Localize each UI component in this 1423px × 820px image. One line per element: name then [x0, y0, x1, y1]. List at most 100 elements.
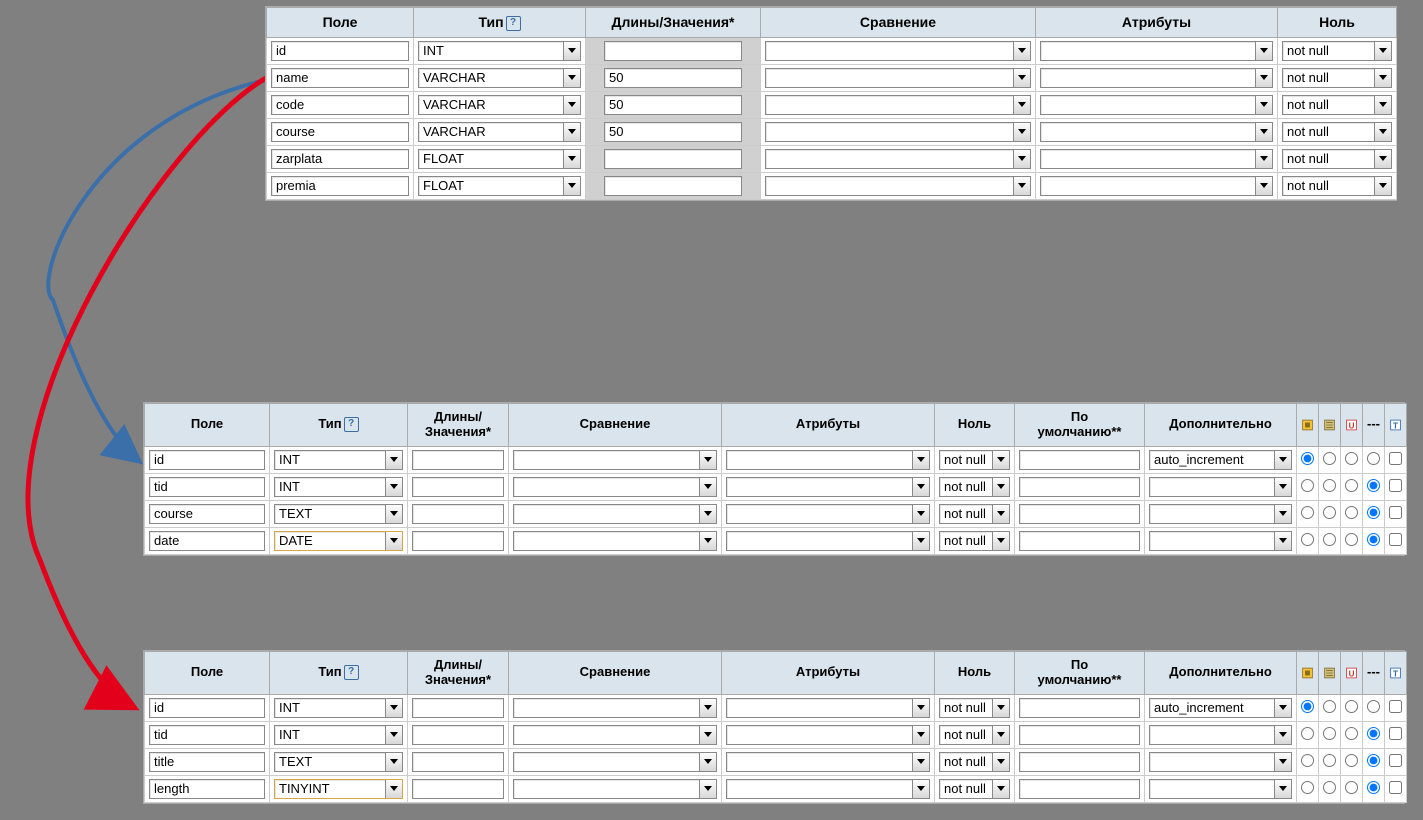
chevron-down-icon[interactable]	[1255, 42, 1272, 60]
text-input[interactable]	[604, 95, 742, 115]
index-radio[interactable]	[1301, 700, 1314, 713]
dropdown[interactable]: TINYINT	[274, 779, 403, 799]
dropdown[interactable]: TEXT	[274, 752, 403, 772]
dropdown[interactable]: DATE	[274, 531, 403, 551]
chevron-down-icon[interactable]	[385, 726, 402, 744]
chevron-down-icon[interactable]	[1374, 177, 1391, 195]
chevron-down-icon[interactable]	[992, 780, 1009, 798]
chevron-down-icon[interactable]	[992, 753, 1009, 771]
dropdown[interactable]: not null	[939, 477, 1010, 497]
index-radio[interactable]	[1345, 479, 1358, 492]
text-input[interactable]	[604, 149, 742, 169]
dropdown[interactable]: not null	[1282, 95, 1392, 115]
dropdown[interactable]: not null	[939, 725, 1010, 745]
dropdown[interactable]: not null	[1282, 176, 1392, 196]
chevron-down-icon[interactable]	[1274, 753, 1291, 771]
index-radio[interactable]	[1367, 781, 1380, 794]
dropdown[interactable]: FLOAT	[418, 149, 581, 169]
chevron-down-icon[interactable]	[563, 177, 580, 195]
chevron-down-icon[interactable]	[385, 451, 402, 469]
dropdown[interactable]	[1149, 477, 1292, 497]
text-input[interactable]	[271, 176, 409, 196]
help-icon[interactable]: ?	[506, 16, 521, 31]
dropdown[interactable]	[765, 149, 1031, 169]
index-radio[interactable]	[1323, 506, 1336, 519]
text-input[interactable]	[149, 504, 265, 524]
text-input[interactable]	[1019, 531, 1140, 551]
chevron-down-icon[interactable]	[385, 780, 402, 798]
chevron-down-icon[interactable]	[1374, 150, 1391, 168]
text-input[interactable]	[412, 477, 504, 497]
index-radio[interactable]	[1367, 533, 1380, 546]
chevron-down-icon[interactable]	[563, 69, 580, 87]
text-input[interactable]	[412, 752, 504, 772]
chevron-down-icon[interactable]	[1274, 726, 1291, 744]
fulltext-checkbox[interactable]	[1389, 727, 1402, 740]
text-input[interactable]	[1019, 752, 1140, 772]
text-input[interactable]	[271, 68, 409, 88]
chevron-down-icon[interactable]	[1013, 177, 1030, 195]
chevron-down-icon[interactable]	[699, 478, 716, 496]
index-radio[interactable]	[1323, 533, 1336, 546]
text-input[interactable]	[1019, 477, 1140, 497]
dropdown[interactable]	[513, 698, 717, 718]
index-radio[interactable]	[1345, 727, 1358, 740]
chevron-down-icon[interactable]	[699, 726, 716, 744]
chevron-down-icon[interactable]	[1274, 532, 1291, 550]
index-radio[interactable]	[1301, 781, 1314, 794]
dropdown[interactable]: VARCHAR	[418, 68, 581, 88]
text-input[interactable]	[149, 531, 265, 551]
chevron-down-icon[interactable]	[912, 451, 929, 469]
dropdown[interactable]	[765, 95, 1031, 115]
chevron-down-icon[interactable]	[385, 478, 402, 496]
fulltext-checkbox[interactable]	[1389, 781, 1402, 794]
dropdown[interactable]: not null	[939, 450, 1010, 470]
chevron-down-icon[interactable]	[912, 532, 929, 550]
chevron-down-icon[interactable]	[912, 780, 929, 798]
chevron-down-icon[interactable]	[1255, 177, 1272, 195]
dropdown[interactable]	[513, 752, 717, 772]
dropdown[interactable]	[726, 450, 930, 470]
fulltext-checkbox[interactable]	[1389, 700, 1402, 713]
index-radio[interactable]	[1323, 479, 1336, 492]
index-radio[interactable]	[1367, 700, 1380, 713]
index-radio[interactable]	[1367, 479, 1380, 492]
chevron-down-icon[interactable]	[1255, 69, 1272, 87]
chevron-down-icon[interactable]	[1374, 69, 1391, 87]
index-radio[interactable]	[1301, 533, 1314, 546]
text-input[interactable]	[1019, 779, 1140, 799]
chevron-down-icon[interactable]	[1374, 96, 1391, 114]
dropdown[interactable]	[513, 450, 717, 470]
dropdown[interactable]: not null	[939, 531, 1010, 551]
index-radio[interactable]	[1367, 727, 1380, 740]
text-input[interactable]	[271, 95, 409, 115]
chevron-down-icon[interactable]	[699, 699, 716, 717]
chevron-down-icon[interactable]	[699, 780, 716, 798]
fulltext-checkbox[interactable]	[1389, 533, 1402, 546]
dropdown[interactable]: INT	[274, 698, 403, 718]
dropdown[interactable]	[726, 477, 930, 497]
text-input[interactable]	[271, 41, 409, 61]
chevron-down-icon[interactable]	[992, 532, 1009, 550]
chevron-down-icon[interactable]	[1374, 123, 1391, 141]
fulltext-checkbox[interactable]	[1389, 479, 1402, 492]
index-radio[interactable]	[1301, 727, 1314, 740]
chevron-down-icon[interactable]	[563, 123, 580, 141]
chevron-down-icon[interactable]	[385, 699, 402, 717]
dropdown[interactable]	[726, 779, 930, 799]
chevron-down-icon[interactable]	[912, 753, 929, 771]
fulltext-checkbox[interactable]	[1389, 452, 1402, 465]
chevron-down-icon[interactable]	[699, 753, 716, 771]
text-input[interactable]	[412, 725, 504, 745]
dropdown[interactable]	[1040, 149, 1273, 169]
chevron-down-icon[interactable]	[563, 42, 580, 60]
dropdown[interactable]: not null	[1282, 41, 1392, 61]
chevron-down-icon[interactable]	[992, 505, 1009, 523]
index-radio[interactable]	[1345, 781, 1358, 794]
text-input[interactable]	[604, 122, 742, 142]
dropdown[interactable]: VARCHAR	[418, 95, 581, 115]
dropdown[interactable]: auto_increment	[1149, 450, 1292, 470]
index-radio[interactable]	[1301, 479, 1314, 492]
dropdown[interactable]	[726, 504, 930, 524]
text-input[interactable]	[604, 68, 742, 88]
